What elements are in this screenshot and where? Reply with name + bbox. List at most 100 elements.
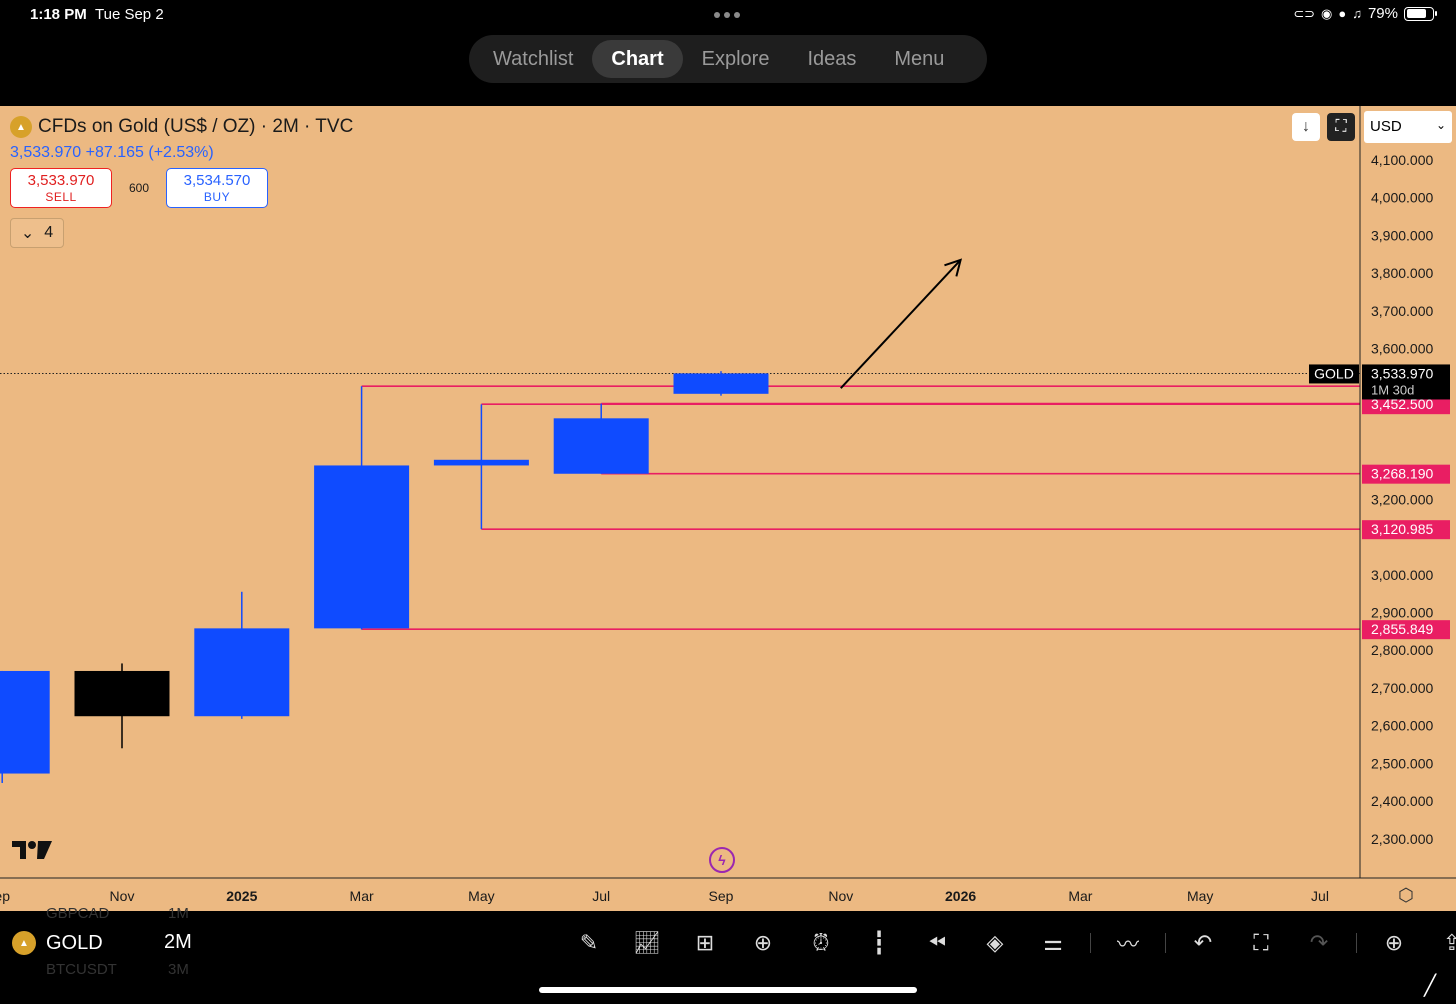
battery-percent: 79% — [1367, 5, 1398, 22]
status-date: Tue Sep 2 — [95, 6, 164, 23]
status-bar: 1:18 PM Tue Sep 2 ⊂⊃ ◉ ● ♫ 79% — [0, 0, 1456, 30]
legend-title-row: ▲ CFDs on Gold (US$ / OZ) · 2M · TVC — [10, 116, 353, 138]
compare-icon[interactable]: 〰 — [1107, 927, 1149, 959]
y-tick-label: 2,700.000 — [1371, 680, 1433, 696]
symbol-price-tag-label: GOLD — [1314, 365, 1354, 381]
bottom-toolbar: GBPCAD 1M BTCUSDT 3M ▲ GOLD 2M ✎ 📈︎ ⊞ ⊕ … — [0, 905, 1456, 1004]
legend-price-row: 3,533.970 +87.165 (+2.53%) — [10, 144, 353, 162]
chart-settings-icon[interactable]: ⬡ — [1398, 885, 1414, 906]
fullscreen-icon[interactable]: ⛶ — [1240, 927, 1282, 959]
sell-price: 3,533.970 — [27, 172, 95, 189]
settings-sliders-icon[interactable]: ⚌ — [1032, 927, 1074, 959]
redo-icon[interactable]: ↷ — [1298, 927, 1340, 959]
indicators-toggle-button[interactable]: ⌄ 4 — [10, 218, 64, 248]
symbol-name: GOLD — [46, 931, 103, 954]
spread-value: 600 — [128, 181, 150, 195]
apple-pencil-icon: ╱ — [1424, 975, 1437, 997]
draw-icon[interactable]: ✎ — [568, 927, 610, 959]
y-tick-label: 3,600.000 — [1371, 341, 1433, 357]
level-price-label: 3,120.985 — [1371, 521, 1433, 537]
candle-body — [0, 670, 50, 774]
ghost-symbol-bottom: BTCUSDT — [46, 961, 117, 978]
location-icon: ◉ — [1321, 5, 1333, 21]
y-tick-label: 2,400.000 — [1371, 793, 1433, 809]
currency-select[interactable]: USD ⌄ — [1364, 111, 1452, 143]
person-icon: ● — [1338, 6, 1347, 21]
x-tick-label: May — [1187, 888, 1213, 904]
y-tick-label: 2,500.000 — [1371, 755, 1433, 771]
current-price-label: 3,533.970 — [1371, 365, 1433, 381]
toolbar-divider — [1090, 933, 1091, 953]
chart-area[interactable]: 4,100.000 4,000.000 3,900.000 3,800.000 3,70… — [0, 106, 1456, 911]
trade-row: 3,533.970 SELL 600 3,534.570 BUY — [10, 168, 353, 208]
replay-icon[interactable]: ⏪︎ — [916, 927, 958, 959]
fullscreen-toggle-icon[interactable]: ⛶ — [1327, 113, 1355, 141]
flash-news-icon[interactable]: ϟ — [709, 847, 735, 873]
status-right: ⊂⊃ ◉ ● ♫ 79% — [1293, 5, 1437, 22]
alert-icon[interactable]: ⏰︎ — [800, 927, 842, 959]
x-tick-label: Jul — [1311, 888, 1329, 904]
x-tick-label: Mar — [1068, 888, 1092, 904]
tradingview-logo-icon — [12, 841, 52, 859]
legend-title[interactable]: CFDs on Gold (US$ / OZ) · 2M · TVC — [38, 116, 353, 138]
y-tick-label: 4,000.000 — [1371, 190, 1433, 206]
sell-label: SELL — [45, 190, 77, 204]
layouts-icon[interactable]: ⊞ — [684, 927, 726, 959]
x-tick-label: Nov — [828, 888, 853, 904]
sell-button[interactable]: 3,533.970 SELL — [10, 168, 112, 208]
undo-icon[interactable]: ↶ — [1182, 927, 1224, 959]
x-tick-label: 2025 — [226, 888, 257, 904]
nav-tab-explore[interactable]: Explore — [683, 40, 789, 78]
multitasking-dots-icon[interactable] — [714, 12, 740, 18]
y-tick-label: 3,200.000 — [1371, 491, 1433, 507]
projection-arrow — [840, 259, 962, 389]
add-idea-icon[interactable]: ⊕ — [1373, 927, 1415, 959]
level-price-label: 2,855.849 — [1371, 621, 1433, 637]
buy-button[interactable]: 3,534.570 BUY — [166, 168, 268, 208]
chart-tools: ✎ 📈︎ ⊞ ⊕ ⏰︎ ┇ ⏪︎ ◈ ⚌ 〰 ↶ ⛶ ↷ ⊕ ⇪ — [568, 927, 1456, 959]
y-tick-label: 3,900.000 — [1371, 227, 1433, 243]
currency-value: USD — [1370, 118, 1402, 135]
legend-change: +87.165 (+2.53%) — [85, 144, 214, 161]
candle-body — [74, 670, 170, 717]
candle-body — [553, 418, 649, 474]
ghost-tf-top: 1M — [168, 905, 189, 922]
link-icon: ⊂⊃ — [1293, 5, 1316, 21]
x-tick-label: 2026 — [945, 888, 976, 904]
x-tick-label: ep — [0, 888, 10, 904]
top-navigation: Watchlist Chart Explore Ideas Menu — [469, 35, 987, 83]
buy-label: BUY — [203, 190, 231, 204]
share-icon[interactable]: ⇪ — [1431, 927, 1456, 959]
bar-countdown-label: 1M 30d — [1371, 382, 1414, 397]
timeframe-picker[interactable]: 2M — [164, 931, 192, 954]
y-tick-label: 2,300.000 — [1371, 831, 1433, 847]
y-tick-label: 3,000.000 — [1371, 567, 1433, 583]
x-tick-label: May — [468, 888, 494, 904]
symbol-picker[interactable]: ▲ GOLD — [12, 931, 103, 955]
toolbar-divider — [1356, 933, 1357, 953]
x-tick-label: Nov — [110, 888, 135, 904]
candle-body — [673, 373, 769, 394]
add-icon[interactable]: ⊕ — [742, 927, 784, 959]
toolbar-divider — [1165, 933, 1166, 953]
indicators-count: 4 — [44, 224, 54, 241]
layers-icon[interactable]: ◈ — [974, 927, 1016, 959]
nav-tab-ideas[interactable]: Ideas — [788, 40, 875, 78]
y-tick-label: 2,800.000 — [1371, 642, 1433, 658]
candle-type-icon[interactable]: ┇ — [858, 927, 900, 959]
home-indicator[interactable] — [539, 987, 917, 993]
ghost-symbol-top: GBPCAD — [46, 905, 110, 922]
status-time: 1:18 PM — [30, 6, 87, 23]
chart-legend: ▲ CFDs on Gold (US$ / OZ) · 2M · TVC 3,5… — [10, 116, 353, 248]
nav-tab-chart[interactable]: Chart — [592, 40, 683, 78]
y-tick-label: 3,800.000 — [1371, 265, 1433, 281]
x-tick-label: Mar — [350, 888, 374, 904]
nav-tab-menu[interactable]: Menu — [875, 40, 963, 78]
candle-body — [314, 465, 410, 629]
nav-tab-watchlist[interactable]: Watchlist — [474, 40, 592, 78]
chevron-down-icon: ⌄ — [1435, 118, 1446, 132]
download-arrow-icon[interactable]: ↓ — [1292, 113, 1320, 141]
y-tick-label: 4,100.000 — [1371, 152, 1433, 168]
y-tick-label: 2,900.000 — [1371, 605, 1433, 621]
indicators-icon[interactable]: 📈︎ — [626, 927, 668, 959]
